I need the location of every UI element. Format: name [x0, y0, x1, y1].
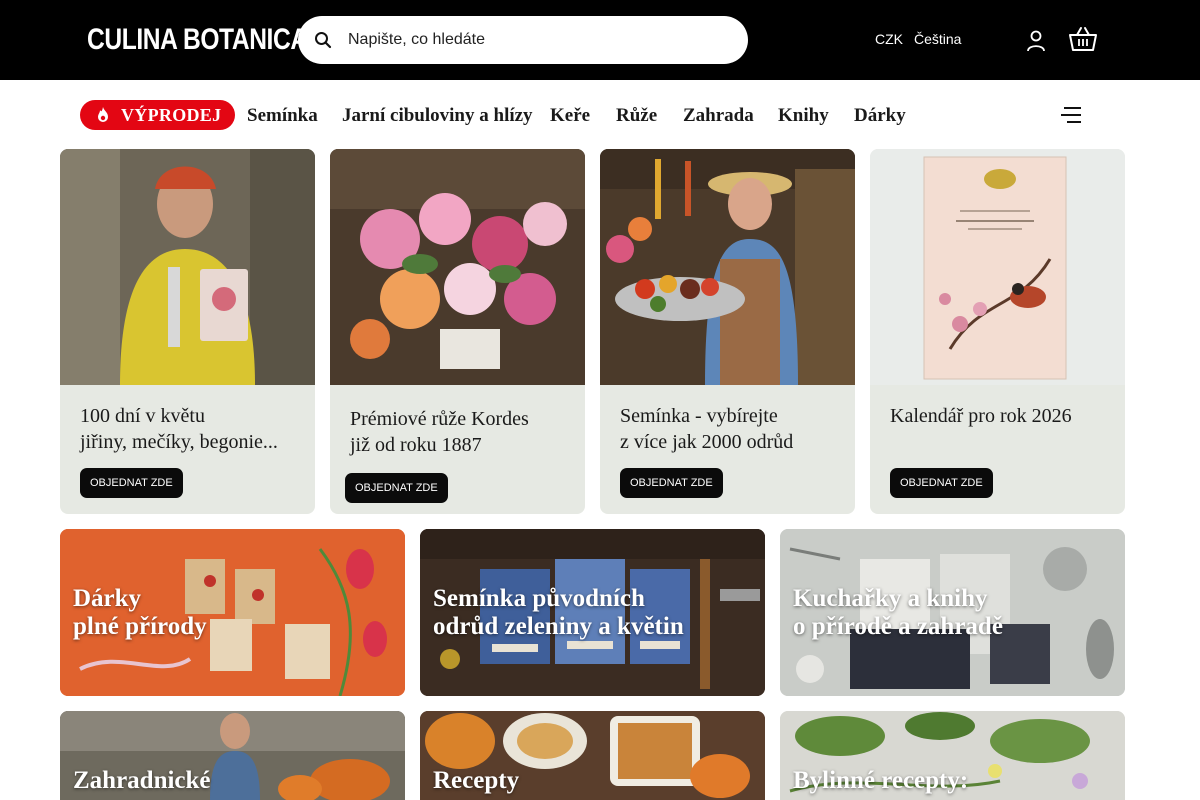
tile-title: Semínka původních odrůd zeleniny a květi… — [433, 585, 684, 640]
nav-item-kere[interactable]: Keře — [550, 105, 590, 127]
language-selector[interactable]: Čeština — [914, 31, 961, 47]
banner-photo-woman-vegetables — [600, 149, 855, 385]
banner-card-seeds[interactable]: Semínka - vybírejte z více jak 2000 odrů… — [600, 149, 855, 514]
hamburger-menu-icon[interactable] — [1060, 106, 1082, 124]
nav-item-seminka[interactable]: Semínka — [247, 105, 318, 127]
order-button[interactable]: OBJEDNAT ZDE — [890, 468, 993, 498]
user-icon[interactable] — [1026, 30, 1046, 52]
banner-card-roses[interactable]: Prémiové růže Kordes již od roku 1887 OB… — [330, 149, 585, 514]
tile-title: Recepty — [433, 767, 520, 794]
order-button[interactable]: OBJEDNAT ZDE — [80, 468, 183, 498]
banner-card-calendar[interactable]: Kalendář pro rok 2026 OBJEDNAT ZDE — [870, 149, 1125, 514]
tile-cookbooks[interactable]: Kuchařky a knihy o přírodě a zahradě — [780, 529, 1125, 696]
search-input[interactable] — [348, 24, 728, 56]
tile-herbal-recipes[interactable]: Bylinné recepty: — [780, 711, 1125, 800]
sale-button[interactable]: VÝPRODEJ — [80, 100, 236, 130]
sale-label: VÝPRODEJ — [121, 104, 222, 125]
banner-photo-calendar — [870, 149, 1125, 385]
tile-seeds[interactable]: Semínka původních odrůd zeleniny a květi… — [420, 529, 765, 696]
search-icon[interactable] — [314, 31, 332, 49]
tile-title: Bylinné recepty: — [793, 767, 969, 794]
nav-item-ruze[interactable]: Růže — [616, 105, 657, 127]
banner-caption: Prémiové růže Kordes již od roku 1887 — [350, 408, 529, 456]
tile-title: Kuchařky a knihy o přírodě a zahradě — [793, 585, 1003, 640]
banner-card-dahlias[interactable]: 100 dní v květu jiřiny, mečíky, begonie.… — [60, 149, 315, 514]
tile-recipes[interactable]: Recepty — [420, 711, 765, 800]
tile-gardening[interactable]: Zahradnické — [60, 711, 405, 800]
search-box — [298, 16, 748, 64]
flame-icon — [98, 107, 108, 122]
banner-caption: Kalendář pro rok 2026 — [890, 405, 1072, 427]
order-button[interactable]: OBJEDNAT ZDE — [345, 473, 448, 503]
cart-icon[interactable] — [1068, 24, 1098, 54]
banner-caption: Semínka - vybírejte z více jak 2000 odrů… — [620, 405, 794, 453]
banner-photo-woman-yellow-sweater — [60, 149, 315, 385]
currency-selector[interactable]: CZK — [875, 31, 903, 47]
nav-item-knihy[interactable]: Knihy — [778, 105, 829, 127]
nav-item-zahrada[interactable]: Zahrada — [683, 105, 754, 127]
banner-photo-roses — [330, 149, 585, 385]
nav-item-darky[interactable]: Dárky — [854, 105, 906, 127]
logo[interactable]: CULINA BOTANICA — [87, 22, 308, 58]
tile-title: Dárky plné přírody — [73, 585, 207, 640]
tile-gifts[interactable]: Dárky plné přírody — [60, 529, 405, 696]
order-button[interactable]: OBJEDNAT ZDE — [620, 468, 723, 498]
tile-title: Zahradnické — [73, 767, 211, 794]
banner-caption: 100 dní v květu jiřiny, mečíky, begonie.… — [80, 405, 278, 453]
category-nav: VÝPRODEJ Semínka Jarní cibuloviny a hlíz… — [0, 80, 1200, 150]
top-bar: CULINA BOTANICA CZK Čeština — [0, 0, 1200, 80]
nav-item-jarni-cibuloviny[interactable]: Jarní cibuloviny a hlízy — [342, 105, 533, 127]
